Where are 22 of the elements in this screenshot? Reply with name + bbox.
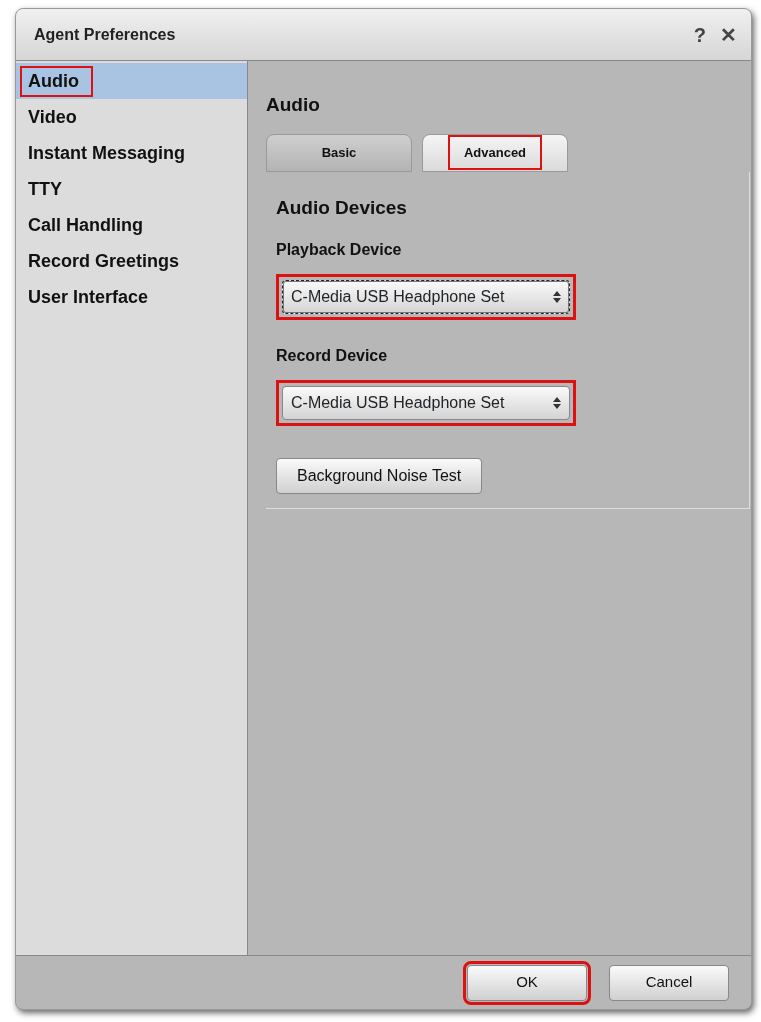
sidebar-item[interactable]: User Interface: [16, 279, 247, 315]
section-heading: Audio Devices: [276, 195, 408, 220]
dropdown[interactable]: C-Media USB Headphone Set: [276, 274, 576, 320]
dialog-button[interactable]: Cancel: [609, 964, 729, 1001]
spinner-arrows-icon: [553, 291, 561, 303]
sidebar-item[interactable]: Call Handling: [16, 207, 247, 243]
tab[interactable]: Basic: [266, 133, 412, 172]
sidebar-item[interactable]: Record Greetings: [16, 243, 247, 279]
window-title: Agent Preferences: [34, 24, 176, 45]
sidebar-item[interactable]: Audio: [16, 63, 247, 99]
noise-test-button[interactable]: Background Noise Test: [276, 458, 483, 494]
spinner-arrows-icon: [553, 397, 561, 409]
page-title: Audio: [266, 93, 321, 117]
tab[interactable]: Advanced: [422, 133, 568, 172]
help-button[interactable]: ?: [693, 19, 706, 50]
sidebar-item[interactable]: Video: [16, 99, 247, 135]
close-button[interactable]: ✕: [720, 19, 737, 50]
field-label: Record Device: [276, 346, 389, 366]
dropdown[interactable]: C-Media USB Headphone Set: [276, 380, 576, 426]
sidebar-item[interactable]: TTY: [16, 171, 247, 207]
field-label: Playback Device: [276, 240, 403, 260]
sidebar-item[interactable]: Instant Messaging: [16, 135, 247, 171]
